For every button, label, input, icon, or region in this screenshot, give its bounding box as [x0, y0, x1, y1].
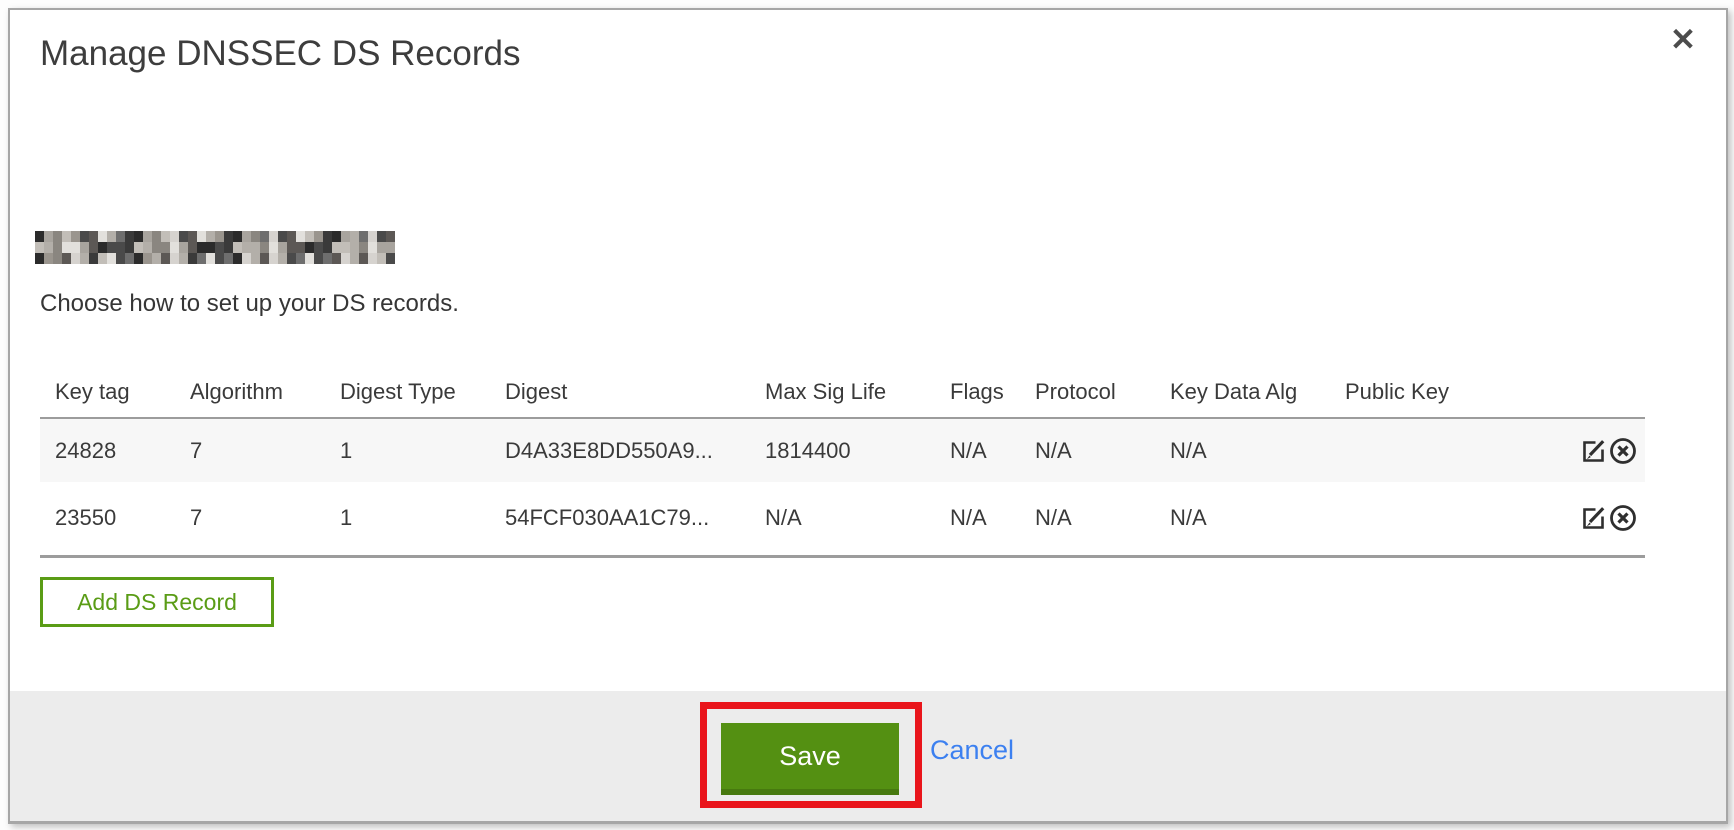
cell-public-key	[1330, 418, 1530, 482]
add-ds-record-button[interactable]: Add DS Record	[40, 577, 274, 627]
cell-key-data-alg: N/A	[1155, 418, 1330, 482]
edit-record-icon[interactable]	[1580, 504, 1608, 532]
cell-algorithm: 7	[175, 482, 325, 556]
cell-max-sig-life: 1814400	[750, 418, 935, 482]
cell-key-data-alg: N/A	[1155, 482, 1330, 556]
col-header-actions	[1530, 372, 1645, 418]
delete-record-icon[interactable]	[1608, 436, 1638, 466]
close-icon[interactable]: ✕	[1670, 24, 1696, 55]
cell-digest-type: 1	[325, 418, 490, 482]
col-header-max-sig-life: Max Sig Life	[750, 372, 935, 418]
dialog-footer: Save Cancel	[10, 691, 1726, 821]
edit-record-icon[interactable]	[1580, 437, 1608, 465]
cell-digest: 54FCF030AA1C79...	[490, 482, 750, 556]
cell-actions	[1530, 482, 1645, 556]
cell-key-tag: 23550	[40, 482, 175, 556]
save-button[interactable]: Save	[721, 723, 899, 795]
col-header-flags: Flags	[935, 372, 1020, 418]
col-header-public-key: Public Key	[1330, 372, 1530, 418]
col-header-key-data-alg: Key Data Alg	[1155, 372, 1330, 418]
table-row: 23550 7 1 54FCF030AA1C79... N/A N/A N/A …	[40, 482, 1645, 556]
col-header-key-tag: Key tag	[40, 372, 175, 418]
delete-record-icon[interactable]	[1608, 503, 1638, 533]
col-header-digest-type: Digest Type	[325, 372, 490, 418]
col-header-digest: Digest	[490, 372, 750, 418]
cell-public-key	[1330, 482, 1530, 556]
col-header-protocol: Protocol	[1020, 372, 1155, 418]
table-row: 24828 7 1 D4A33E8DD550A9... 1814400 N/A …	[40, 418, 1645, 482]
cell-actions	[1530, 418, 1645, 482]
cell-key-tag: 24828	[40, 418, 175, 482]
cell-algorithm: 7	[175, 418, 325, 482]
cell-protocol: N/A	[1020, 482, 1155, 556]
table-header-row: Key tag Algorithm Digest Type Digest Max…	[40, 372, 1645, 418]
col-header-algorithm: Algorithm	[175, 372, 325, 418]
cell-digest-type: 1	[325, 482, 490, 556]
cell-digest: D4A33E8DD550A9...	[490, 418, 750, 482]
intro-text: Choose how to set up your DS records.	[40, 290, 459, 318]
manage-dnssec-dialog: Manage DNSSEC DS Records ✕ Choose how to…	[8, 8, 1728, 824]
dialog-title: Manage DNSSEC DS Records	[40, 34, 520, 74]
cancel-link[interactable]: Cancel	[930, 735, 1014, 766]
cell-max-sig-life: N/A	[750, 482, 935, 556]
cell-flags: N/A	[935, 418, 1020, 482]
cell-flags: N/A	[935, 482, 1020, 556]
redacted-domain-name	[35, 231, 395, 264]
ds-records-table: Key tag Algorithm Digest Type Digest Max…	[40, 372, 1645, 558]
save-annotation-highlight: Save	[700, 702, 922, 808]
cell-protocol: N/A	[1020, 418, 1155, 482]
